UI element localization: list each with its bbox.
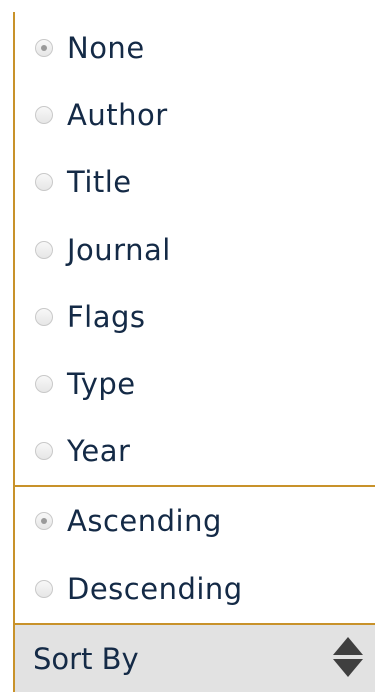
sort-option-label: Journal: [67, 233, 171, 267]
sort-option-title[interactable]: Title: [35, 160, 132, 204]
sort-menu: None Author Title Journal Flags Type Yea…: [0, 0, 375, 692]
radio-unchecked-icon[interactable]: [35, 308, 53, 326]
sort-option-label: Year: [67, 434, 131, 468]
radio-unchecked-icon[interactable]: [35, 580, 53, 598]
sort-field-group: None Author Title Journal Flags Type Yea…: [13, 12, 375, 485]
sort-order-group: Ascending Descending: [13, 487, 375, 623]
sort-by-label: Sort By: [33, 641, 139, 676]
sort-option-none[interactable]: None: [35, 26, 145, 70]
sort-by-select[interactable]: Sort By: [13, 625, 375, 692]
sort-option-journal[interactable]: Journal: [35, 228, 171, 272]
sort-order-ascending[interactable]: Ascending: [35, 499, 222, 543]
sort-order-descending[interactable]: Descending: [35, 567, 243, 611]
sort-option-year[interactable]: Year: [35, 429, 130, 473]
arrow-down-icon: [333, 659, 363, 677]
radio-unchecked-icon[interactable]: [35, 442, 53, 460]
sort-option-type[interactable]: Type: [35, 362, 136, 406]
radio-unchecked-icon[interactable]: [35, 375, 53, 393]
radio-checked-icon[interactable]: [35, 512, 53, 530]
sort-option-label: Flags: [67, 300, 146, 334]
up-down-stepper-icon[interactable]: [333, 637, 363, 681]
sort-order-label: Ascending: [67, 504, 222, 538]
sort-order-label: Descending: [67, 572, 243, 606]
radio-checked-icon[interactable]: [35, 39, 53, 57]
sort-option-author[interactable]: Author: [35, 93, 168, 137]
arrow-up-icon: [333, 637, 363, 655]
radio-unchecked-icon[interactable]: [35, 106, 53, 124]
sort-option-label: None: [67, 31, 145, 65]
sort-option-label: Type: [67, 367, 136, 401]
sort-option-flags[interactable]: Flags: [35, 295, 146, 339]
sort-option-label: Title: [67, 165, 132, 199]
sort-option-label: Author: [67, 98, 168, 132]
radio-unchecked-icon[interactable]: [35, 241, 53, 259]
radio-unchecked-icon[interactable]: [35, 173, 53, 191]
